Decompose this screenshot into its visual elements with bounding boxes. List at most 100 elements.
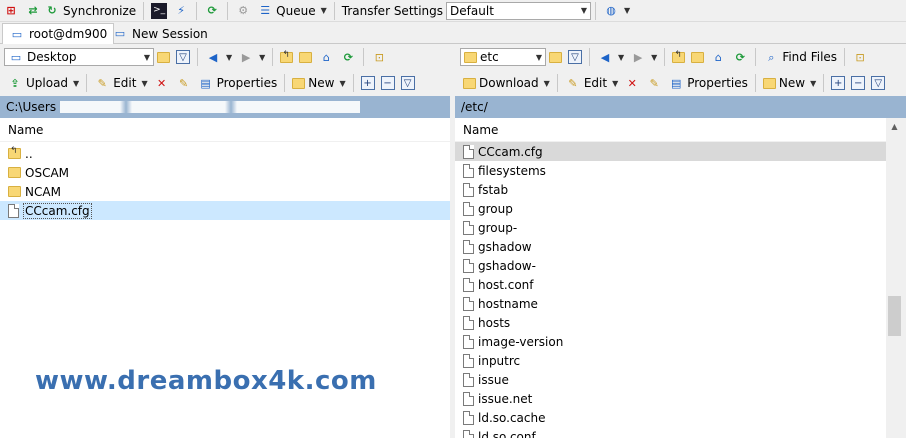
list-item[interactable]: issue (455, 370, 886, 389)
right-refresh-button[interactable]: ⟳ (729, 47, 751, 67)
right-properties-button[interactable]: ▤ Properties (665, 73, 751, 93)
left-open-folder-button[interactable] (154, 47, 173, 67)
item-name: image-version (478, 334, 564, 349)
list-item[interactable]: CCcam.cfg (455, 142, 886, 161)
right-new-button[interactable]: New ▼ (760, 73, 819, 93)
scroll-thumb[interactable] (888, 296, 901, 336)
list-item[interactable]: hosts (455, 313, 886, 332)
right-filter-button[interactable]: ▽ (565, 47, 585, 67)
open-folder-icon (157, 51, 170, 63)
right-location-select[interactable]: etc ▼ (460, 48, 546, 66)
tab-new-session[interactable]: ▭ New Session (106, 23, 214, 44)
filter-icon: ▽ (400, 76, 415, 90)
list-item[interactable]: ld.so.cache (455, 408, 886, 427)
filter-icon: ▽ (568, 50, 582, 64)
delete-icon: ✕ (157, 76, 167, 90)
list-item[interactable]: CCcam.cfg (0, 201, 450, 220)
find-files-button[interactable]: ⌕ Find Files (760, 47, 840, 67)
find-files-label: Find Files (782, 50, 838, 64)
filter-icon: ▽ (176, 50, 190, 64)
list-item[interactable]: gshadow (455, 237, 886, 256)
file-icon (463, 239, 474, 254)
right-root-dir-button[interactable] (688, 47, 707, 67)
compare-directories-button[interactable]: ⊞ (0, 1, 22, 21)
list-item[interactable]: group- (455, 218, 886, 237)
right-column-header-name[interactable]: Name ⌃ (455, 118, 886, 142)
right-filter-select-button[interactable]: ▽ (868, 73, 888, 93)
right-rename-button[interactable]: ✎ (643, 73, 665, 93)
right-back-button[interactable]: ◀ ▼ (594, 47, 627, 67)
right-unselect-button[interactable]: − (848, 73, 868, 93)
tab-root-dm900[interactable]: ▭ root@dm900 (2, 23, 115, 44)
left-select-all-button[interactable]: + (358, 73, 378, 93)
list-item[interactable]: .. (0, 144, 450, 163)
left-refresh-button[interactable]: ⟳ (337, 47, 359, 67)
list-item[interactable]: inputrc (455, 351, 886, 370)
right-action-toolbar: Download ▼ ✎ Edit ▼ ✕ ✎ ▤ Properties New… (460, 71, 906, 95)
right-location-value: etc (480, 50, 499, 64)
list-item[interactable]: issue.net (455, 389, 886, 408)
right-path-bar: /etc/ (455, 96, 906, 118)
right-scrollbar[interactable]: ▲ (886, 118, 903, 438)
transfer-options-button[interactable]: ◍ ▼ (600, 1, 633, 21)
left-filter-button[interactable]: ▽ (173, 47, 193, 67)
synchronize-button[interactable]: ⇄ ↻ Synchronize (22, 1, 139, 21)
left-location-select[interactable]: ▭ Desktop ▼ (4, 48, 154, 66)
refresh-session-button[interactable]: ⟳ (201, 1, 223, 21)
right-parent-dir-button[interactable] (669, 47, 688, 67)
preferences-button[interactable]: ⚙ (232, 1, 254, 21)
open-terminal-button[interactable]: >_ (148, 1, 170, 21)
left-column-header-name[interactable]: Name (0, 118, 450, 142)
left-back-button[interactable]: ◀ ▼ (202, 47, 235, 67)
left-filter-select-button[interactable]: ▽ (398, 73, 418, 93)
left-parent-dir-button[interactable] (277, 47, 296, 67)
left-forward-button[interactable]: ▶ ▼ (235, 47, 268, 67)
queue-button[interactable]: ☰ Queue ▼ (254, 1, 330, 21)
right-delete-button[interactable]: ✕ (621, 73, 643, 93)
file-icon (463, 391, 474, 406)
item-name: CCcam.cfg (478, 144, 543, 159)
list-item[interactable]: fstab (455, 180, 886, 199)
upload-button[interactable]: ⇪ Upload ▼ (4, 73, 82, 93)
list-item[interactable]: hostname (455, 294, 886, 313)
download-button[interactable]: Download ▼ (460, 73, 553, 93)
toolbar-separator (556, 74, 558, 92)
list-item[interactable]: image-version (455, 332, 886, 351)
list-item[interactable]: OSCAM (0, 163, 450, 182)
list-item[interactable]: gshadow- (455, 256, 886, 275)
right-tree-button[interactable]: ⊡ (849, 47, 871, 67)
left-delete-button[interactable]: ✕ (151, 73, 173, 93)
left-tree-button[interactable]: ⊡ (368, 47, 390, 67)
item-name: hostname (478, 296, 538, 311)
left-edit-button[interactable]: ✎ Edit ▼ (91, 73, 150, 93)
right-nav-toolbar: etc ▼ ▽ ◀▼ ▶▼ ⌂ ⟳ ⌕ Find Files ⊡ (460, 45, 906, 69)
list-item[interactable]: host.conf (455, 275, 886, 294)
left-properties-button[interactable]: ▤ Properties (195, 73, 281, 93)
list-item[interactable]: NCAM (0, 182, 450, 201)
right-forward-button[interactable]: ▶ ▼ (627, 47, 660, 67)
new-folder-icon (762, 77, 776, 89)
item-name: issue.net (478, 391, 533, 406)
left-rename-button[interactable]: ✎ (173, 73, 195, 93)
arrow-left-icon: ◀ (208, 50, 218, 64)
scroll-up-arrow-icon[interactable]: ▲ (886, 118, 903, 135)
arrow-right-icon: ▶ (633, 50, 643, 64)
left-unselect-button[interactable]: − (378, 73, 398, 93)
right-select-all-button[interactable]: + (828, 73, 848, 93)
putty-button[interactable]: ⚡ (170, 1, 192, 21)
transfer-settings-select[interactable]: Default ▼ (446, 1, 592, 20)
chevron-down-icon: ▼ (618, 52, 625, 62)
left-home-button[interactable]: ⌂ (315, 47, 337, 67)
upload-icon: ⇪ (10, 76, 20, 90)
list-item[interactable]: group (455, 199, 886, 218)
left-root-dir-button[interactable] (296, 47, 315, 67)
chevron-down-icon: ▼ (543, 78, 550, 88)
list-item[interactable]: ld.so.conf (455, 427, 886, 438)
chevron-down-icon: ▼ (143, 52, 150, 62)
list-item[interactable]: filesystems (455, 161, 886, 180)
right-open-folder-button[interactable] (546, 47, 565, 67)
right-edit-button[interactable]: ✎ Edit ▼ (562, 73, 621, 93)
right-home-button[interactable]: ⌂ (707, 47, 729, 67)
left-new-button[interactable]: New ▼ (289, 73, 348, 93)
refresh-icon: ⟳ (343, 50, 353, 64)
